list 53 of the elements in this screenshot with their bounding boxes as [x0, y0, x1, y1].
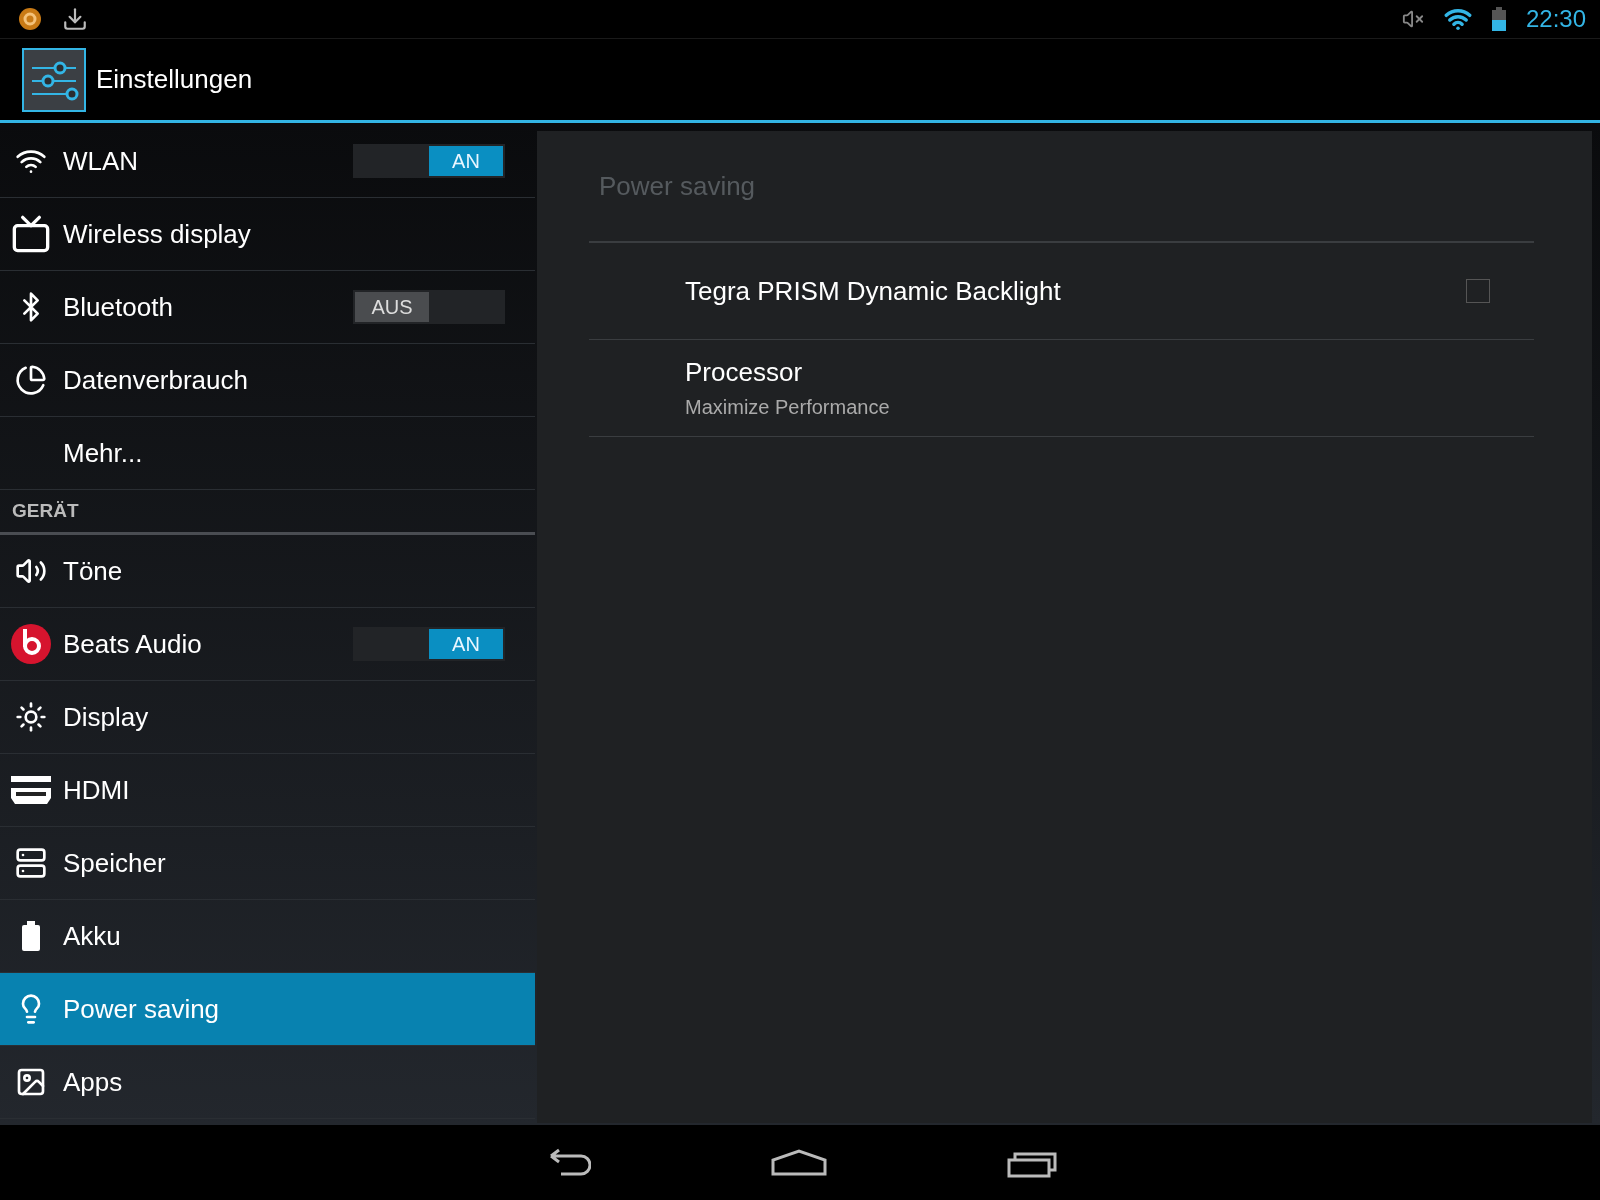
- item-label: Beats Audio: [63, 628, 203, 660]
- battery-icon: [1491, 7, 1506, 31]
- app-title: Einstellungen: [96, 64, 253, 95]
- settings-list-item[interactable]: Mehr...: [0, 417, 535, 490]
- item-label: Bluetooth: [63, 291, 174, 323]
- section-title: GERÄT: [12, 500, 79, 522]
- picture-icon: [15, 1066, 47, 1098]
- toggle-switch[interactable]: AUS: [353, 290, 505, 324]
- connector-icon: [10, 774, 52, 806]
- settings-list-item[interactable]: HDMI: [0, 754, 535, 827]
- item-label: Power saving: [63, 993, 221, 1025]
- settings-list-item[interactable]: Power saving: [0, 973, 535, 1046]
- setting-row[interactable]: Tegra PRISM Dynamic Backlight: [589, 243, 1534, 340]
- muted-speaker-icon: [1401, 8, 1424, 30]
- setting-summary: Maximize Performance: [685, 396, 891, 419]
- item-label: Wireless display: [63, 218, 252, 250]
- settings-list-item[interactable]: Display: [0, 681, 535, 754]
- setting-title: Processor: [685, 357, 804, 388]
- setting-row[interactable]: Processor Maximize Performance: [589, 340, 1534, 437]
- sun-icon: [15, 701, 47, 733]
- item-label: Apps: [63, 1066, 124, 1098]
- item-label: HDMI: [63, 774, 131, 806]
- storage-icon: [15, 847, 47, 879]
- item-label: Töne: [63, 555, 124, 587]
- battery-icon: [21, 921, 41, 951]
- toggle-thumb: AN: [429, 146, 503, 176]
- settings-list-item[interactable]: Wireless display: [0, 198, 535, 271]
- settings-list-item[interactable]: Beats Audio AN: [0, 608, 535, 681]
- notification-ring-icon: [18, 7, 42, 31]
- home-button[interactable]: [771, 1147, 827, 1178]
- checkbox[interactable]: [1466, 279, 1490, 303]
- settings-list-item[interactable]: Datenverbrauch: [0, 344, 535, 417]
- item-label: Speicher: [63, 847, 167, 879]
- item-label: Akku: [63, 920, 122, 952]
- settings-list-item[interactable]: Speicher: [0, 827, 535, 900]
- settings-list-item[interactable]: Apps: [0, 1046, 535, 1119]
- item-label: Mehr...: [63, 437, 144, 469]
- setting-title: Tegra PRISM Dynamic Backlight: [685, 275, 1062, 307]
- settings-sliders-icon: [22, 47, 86, 112]
- toggle-thumb: AUS: [355, 292, 429, 322]
- toggle-thumb: AN: [429, 629, 503, 659]
- settings-list-item[interactable]: Töne: [0, 535, 535, 608]
- panel-title: Power saving: [589, 131, 1534, 243]
- pie-chart-icon: [15, 364, 47, 396]
- wireless-display-icon: [11, 214, 51, 254]
- download-icon: [62, 6, 88, 32]
- item-label: Display: [63, 701, 150, 733]
- item-label: WLAN: [63, 145, 140, 177]
- clock-time: 22:30: [1525, 5, 1586, 33]
- item-label: Datenverbrauch: [63, 364, 249, 396]
- b-logo-icon: [10, 623, 52, 665]
- settings-list-item[interactable]: Bluetooth AUS: [0, 271, 535, 344]
- settings-list-item[interactable]: WLAN AN: [0, 125, 535, 198]
